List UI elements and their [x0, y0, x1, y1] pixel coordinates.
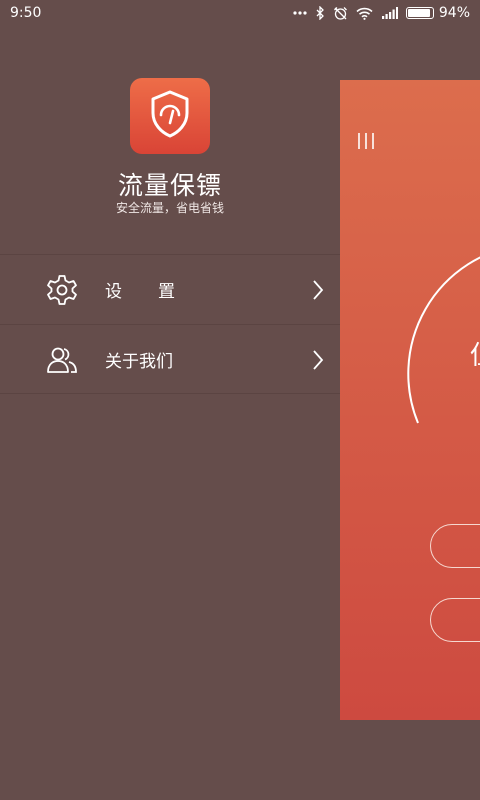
main-button-1[interactable]	[430, 524, 480, 568]
gauge-text: 但	[470, 335, 480, 372]
shield-speedometer-icon	[146, 88, 194, 144]
more-dots-icon	[293, 10, 307, 16]
chevron-right-icon	[312, 349, 324, 375]
app-tagline: 安全流量，省电省钱	[115, 201, 224, 215]
status-time: 9:50	[10, 5, 42, 21]
drawer-menu: 设置 关于我们	[0, 254, 340, 394]
battery: 94%	[405, 5, 470, 21]
signal-icon	[381, 7, 398, 19]
menu-item-about-label: 关于我们	[105, 351, 173, 372]
bluetooth-icon	[315, 6, 325, 20]
wifi-icon	[356, 7, 373, 20]
alarm-off-icon	[333, 6, 348, 21]
app-logo	[130, 78, 210, 154]
status-icons: 94%	[293, 5, 470, 21]
main-panel[interactable]: 但	[340, 80, 480, 720]
battery-icon	[405, 7, 434, 19]
status-bar: 9:50 94%	[0, 0, 480, 26]
users-icon	[45, 343, 79, 377]
menu-item-settings-label: 设置	[105, 282, 211, 302]
chevron-right-icon	[312, 279, 324, 305]
menu-item-about[interactable]: 关于我们	[0, 324, 340, 394]
app-title: 流量保镖	[117, 171, 222, 200]
main-button-2[interactable]	[430, 598, 480, 642]
menu-item-settings[interactable]: 设置	[0, 254, 340, 324]
battery-fill	[407, 9, 431, 17]
gear-icon	[45, 273, 79, 307]
battery-percent: 94%	[438, 5, 470, 21]
